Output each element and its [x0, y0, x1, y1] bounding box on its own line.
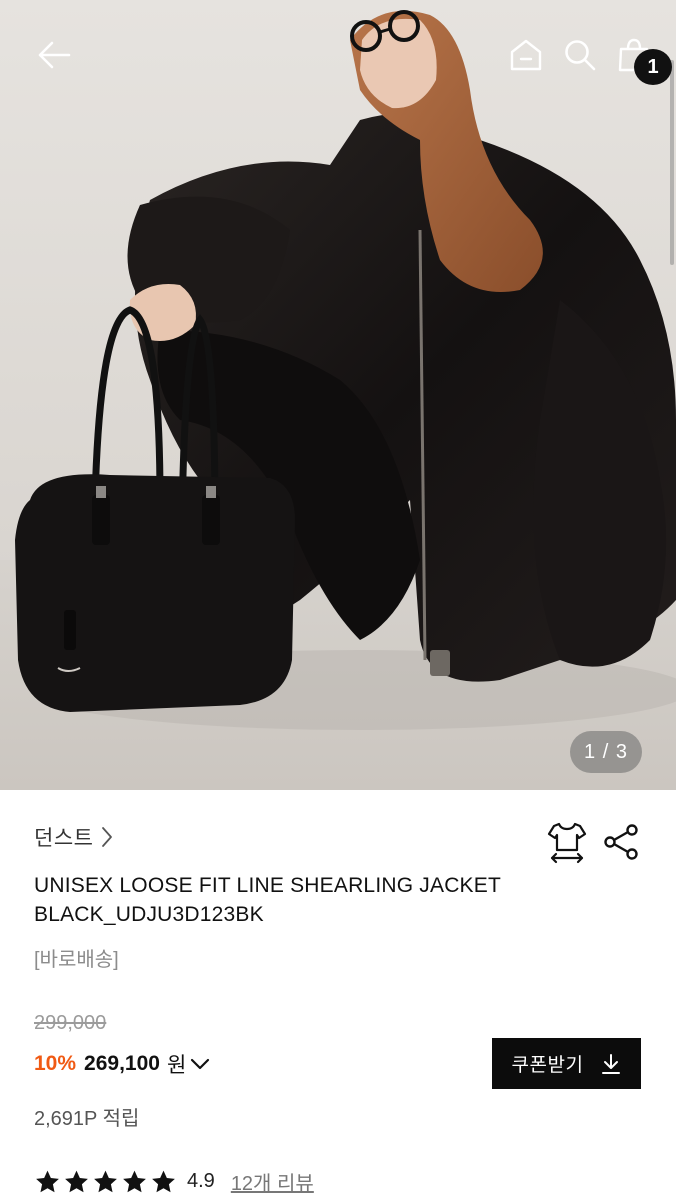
star-icon: [152, 1170, 175, 1192]
download-icon: [602, 1053, 621, 1074]
product-image-gallery[interactable]: 1 1 / 3: [0, 0, 676, 790]
sale-price: 269,100: [84, 1052, 160, 1075]
gallery-page-indicator: 1 / 3: [570, 731, 642, 773]
share-icon: [604, 824, 638, 860]
share-button[interactable]: [601, 822, 641, 862]
star-icon: [123, 1170, 146, 1192]
product-title: UNISEX LOOSE FIT LINE SHEARLING JACKET B…: [34, 874, 501, 926]
original-price: 299,000: [34, 1012, 107, 1034]
size-guide-button[interactable]: [546, 820, 588, 864]
reward-points: 2,691P 적립: [34, 1108, 140, 1130]
gallery-scrollbar[interactable]: [670, 60, 674, 265]
rating-row: 4.9 12개 리뷰: [34, 1167, 314, 1196]
price-detail-toggle[interactable]: [190, 1057, 210, 1071]
coupon-label: 쿠폰받기: [511, 1055, 584, 1076]
size-guide-icon: [547, 822, 587, 864]
review-count-link[interactable]: 12개 리뷰: [231, 1167, 314, 1196]
chevron-right-icon: [102, 827, 113, 847]
delivery-tag: [바로배송]: [34, 949, 119, 971]
home-button[interactable]: [502, 30, 550, 80]
coupon-download-button[interactable]: 쿠폰받기: [492, 1038, 641, 1089]
product-photo: [0, 10, 676, 790]
discount-rate: 10%: [34, 1052, 77, 1075]
cart-count-badge: 1: [634, 49, 672, 85]
rating-score: 4.9: [187, 1170, 215, 1192]
search-button[interactable]: [556, 30, 604, 80]
brand-name: 던스트: [34, 827, 94, 850]
price-row: 10% 269,100 원: [34, 1049, 210, 1079]
star-icon: [94, 1170, 117, 1192]
star-icon: [65, 1170, 88, 1192]
arrow-left-icon: [38, 41, 71, 69]
home-icon: [510, 39, 542, 71]
star-icon: [36, 1170, 59, 1192]
chevron-down-icon: [191, 1058, 210, 1070]
currency-label: 원: [166, 1054, 187, 1077]
back-button[interactable]: [26, 30, 82, 80]
rating-stars: [34, 1169, 177, 1195]
search-icon: [565, 40, 596, 71]
brand-link[interactable]: 던스트: [34, 822, 113, 852]
